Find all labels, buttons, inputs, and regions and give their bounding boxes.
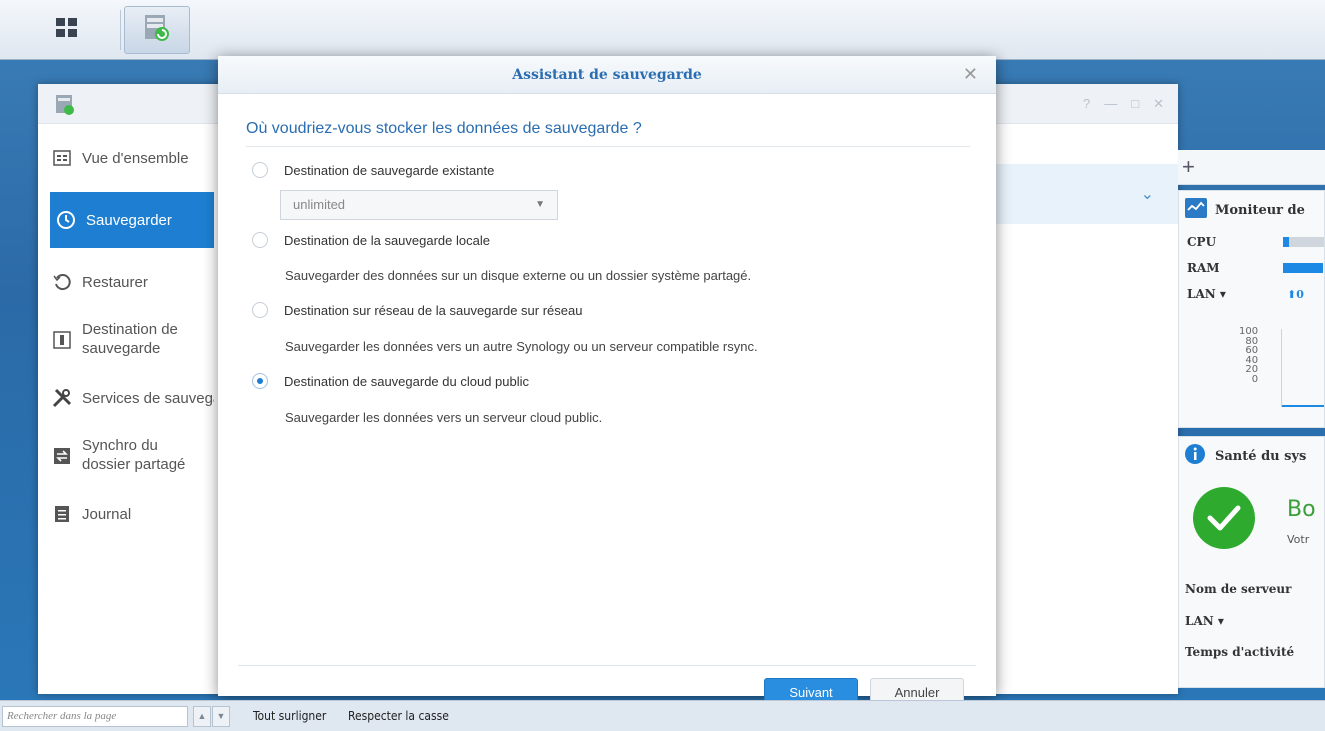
sidebar-item-label: Destination de sauvegarde (82, 321, 178, 357)
select-value: unlimited (293, 197, 346, 212)
dialog-title: Assistant de sauvegarde (512, 67, 702, 83)
info-icon (1185, 444, 1205, 468)
widget-title: Moniteur de (1215, 202, 1305, 218)
network-chart-line (1282, 405, 1324, 407)
sidebar-item-label: Services de sauvegarde (82, 389, 214, 407)
sidebar-item-services[interactable]: Services de sauvegarde (38, 374, 214, 422)
lan-label[interactable]: LAN ▾ (1185, 614, 1224, 628)
option-public-cloud-destination[interactable]: Destination de sauvegarde du cloud publi… (252, 373, 529, 389)
backup-wizard-dialog: Assistant de sauvegarde ✕ Où voudriez-vo… (218, 56, 996, 708)
tools-icon (52, 388, 72, 408)
close-icon[interactable]: ✕ (963, 56, 978, 94)
restore-icon (52, 272, 72, 292)
find-previous-button[interactable]: ▲ (193, 706, 211, 727)
minimize-icon[interactable]: — (1104, 96, 1117, 112)
cpu-row: CPU (1179, 229, 1324, 255)
radio-network-destination[interactable] (252, 302, 268, 318)
widget-title: Santé du sys (1215, 448, 1307, 464)
chevron-down-icon: ▼ (535, 199, 545, 210)
hyper-backup-icon (142, 13, 172, 48)
sidebar-item-label: Sauvegarder (86, 211, 172, 229)
sidebar-item-restore[interactable]: Restaurer (38, 258, 214, 306)
maximize-icon[interactable]: □ (1131, 96, 1139, 112)
add-widget-button[interactable]: + (1178, 150, 1325, 185)
taskbar-hyper-backup-button[interactable] (124, 6, 190, 54)
uptime-label: Temps d'activité (1185, 645, 1295, 659)
sidebar-item-log[interactable]: Journal (38, 490, 214, 538)
sidebar-item-label: Synchro du dossier partagé (82, 437, 186, 473)
app-logo-icon (54, 94, 76, 121)
ram-row: RAM (1179, 255, 1324, 281)
network-chart (1281, 329, 1324, 407)
option-network-destination[interactable]: Destination sur réseau de la sauvegarde … (252, 302, 582, 318)
taskbar (0, 0, 1325, 60)
find-bar: Rechercher dans la page ▲ ▼ Tout surlign… (0, 700, 1325, 731)
existing-destination-select[interactable]: unlimited ▼ (280, 190, 558, 220)
radio-existing-destination[interactable] (252, 162, 268, 178)
destination-icon (52, 330, 72, 350)
sidebar-item-overview[interactable]: Vue d'ensemble (38, 134, 214, 182)
option-label: Destination sur réseau de la sauvegarde … (284, 302, 583, 318)
backup-task-row[interactable]: ⌄ (996, 164, 1178, 224)
sidebar-item-destination[interactable]: Destination de sauvegarde (38, 316, 214, 364)
chart-tick-labels: 100 80 60 40 20 0 (1239, 327, 1258, 384)
dialog-titlebar: Assistant de sauvegarde ✕ (218, 56, 996, 94)
option-existing-destination[interactable]: Destination de sauvegarde existante (252, 162, 494, 178)
sidebar-item-sync[interactable]: Synchro du dossier partagé (38, 432, 214, 480)
find-next-button[interactable]: ▼ (212, 706, 230, 727)
tick-label: 0 (1251, 373, 1259, 385)
highlight-all-button[interactable]: Tout surligner (253, 709, 326, 723)
ram-usage-bar (1283, 263, 1323, 273)
sync-icon (52, 446, 72, 466)
option-local-destination[interactable]: Destination de la sauvegarde locale (252, 232, 490, 248)
chevron-down-icon[interactable]: ⌄ (1141, 184, 1154, 204)
backup-icon (56, 210, 76, 230)
radio-public-cloud-destination[interactable] (252, 373, 268, 389)
window-controls: ? — □ ✕ (1083, 96, 1164, 112)
upload-arrow-icon: ⬆0 (1287, 287, 1304, 301)
radio-local-destination[interactable] (252, 232, 268, 248)
lan-row[interactable]: LAN ▾ ⬆0 (1179, 281, 1324, 307)
option-label: Destination de sauvegarde du cloud publi… (284, 373, 530, 389)
widget-header: Santé du sys (1179, 437, 1324, 475)
log-icon (52, 504, 72, 524)
cpu-bar-track (1289, 237, 1324, 247)
widget-header: Moniteur de (1179, 191, 1324, 229)
health-status: Bo (1287, 497, 1316, 522)
option-label: Destination de sauvegarde existante (284, 162, 495, 178)
close-window-icon[interactable]: ✕ (1153, 96, 1164, 112)
monitor-icon (1185, 198, 1207, 222)
help-icon[interactable]: ? (1083, 96, 1090, 112)
divider (246, 146, 970, 147)
option-description: Sauvegarder des données sur un disque ex… (285, 268, 752, 283)
match-case-button[interactable]: Respecter la casse (348, 709, 449, 723)
main-menu-button[interactable] (34, 6, 100, 54)
grid-icon (55, 17, 79, 44)
resource-monitor-widget: Moniteur de CPU RAM LAN ▾ ⬆0 100 80 60 40 20… (1178, 190, 1325, 428)
system-health-widget: Santé du sys Bo Votr Nom de serveur LAN … (1178, 436, 1325, 688)
sidebar-item-label: Vue d'ensemble (82, 149, 189, 167)
wizard-question: Où voudriez-vous stocker les données de … (246, 120, 642, 137)
health-subtitle: Votr (1287, 533, 1310, 546)
find-input[interactable]: Rechercher dans la page (2, 706, 188, 727)
taskbar-separator (120, 10, 121, 50)
sidebar: Vue d'ensemble Sauvegarder Restaurer Des… (38, 124, 214, 694)
health-ok-icon (1193, 487, 1255, 549)
sidebar-item-label: Journal (82, 505, 132, 523)
sidebar-item-label: Restaurer (82, 273, 148, 291)
footer-divider (238, 665, 976, 666)
overview-icon (52, 148, 72, 168)
option-description: Sauvegarder les données vers un autre Sy… (285, 339, 758, 354)
server-name-label: Nom de serveur (1185, 582, 1292, 596)
option-label: Destination de la sauvegarde locale (284, 232, 490, 248)
sidebar-item-backup[interactable]: Sauvegarder (50, 192, 214, 248)
option-description: Sauvegarder les données vers un serveur … (285, 410, 603, 425)
